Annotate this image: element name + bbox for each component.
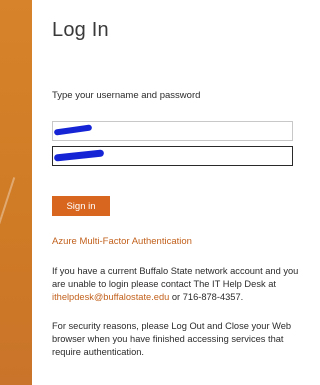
security-notice: For security reasons, please Log Out and… [52, 321, 292, 357]
brand-side-bar [0, 0, 32, 385]
login-page: Log In Type your username and password S… [0, 0, 314, 385]
page-title: Log In [52, 19, 109, 41]
decorative-streak [0, 177, 16, 235]
help-paragraph: If you have a current Buffalo State netw… [52, 265, 304, 304]
sign-in-button[interactable]: Sign in [52, 196, 110, 216]
login-instruction: Type your username and password [52, 90, 201, 101]
helpdesk-email-link[interactable]: ithelpdesk@buffalostate.edu [52, 292, 169, 302]
login-panel: Log In Type your username and password S… [32, 0, 314, 385]
help-text-before: If you have a current Buffalo State netw… [52, 266, 299, 289]
mfa-link[interactable]: Azure Multi-Factor Authentication [52, 236, 192, 247]
help-text-after: or 716-878-4357. [169, 292, 244, 302]
